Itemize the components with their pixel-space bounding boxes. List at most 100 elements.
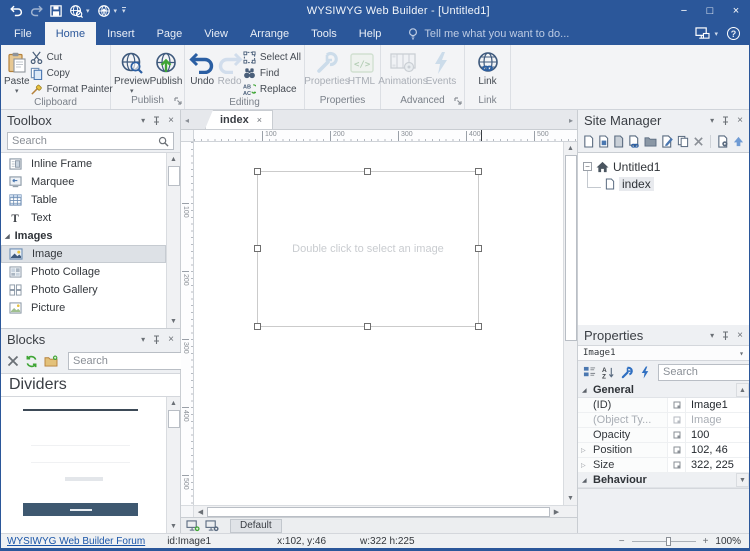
find-button[interactable]: Find (243, 66, 301, 81)
scroll-down-icon[interactable]: ▼ (167, 315, 180, 328)
display-mode-caret[interactable]: ▾ (714, 30, 718, 38)
selection-handle[interactable] (475, 323, 482, 330)
zoom-slider[interactable] (632, 537, 696, 546)
paste-dropdown-caret[interactable]: ▾ (15, 87, 19, 95)
property-row-object-type[interactable]: (Object Ty... Image (578, 413, 749, 428)
blocks-refresh-icon[interactable] (25, 355, 38, 368)
selection-handle[interactable] (254, 323, 261, 330)
properties-wrench-icon[interactable] (621, 366, 634, 379)
properties-close-icon[interactable]: × (737, 330, 743, 341)
redo-icon[interactable] (30, 5, 43, 17)
select-all-button[interactable]: Select All (243, 50, 301, 65)
properties-menu-caret-icon[interactable]: ▾ (710, 331, 714, 340)
blocks-category-heading[interactable]: Dividers (1, 373, 180, 397)
expand-icon[interactable]: ▷ (581, 462, 586, 469)
scroll-up-icon[interactable]: ▲ (564, 142, 577, 155)
tab-page[interactable]: Page (146, 22, 194, 45)
tab-home[interactable]: Home (45, 22, 96, 45)
site-tree-page-index[interactable]: index (583, 175, 744, 192)
document-tab-index[interactable]: index × (205, 110, 273, 129)
grid-scroll-down-icon[interactable]: ▼ (736, 473, 749, 487)
selection-handle[interactable] (254, 245, 261, 252)
html-button[interactable]: </> HTML (346, 48, 377, 87)
blocks-clear-icon[interactable] (7, 355, 19, 367)
folder-icon[interactable] (644, 136, 657, 147)
advanced-dialog-launcher-icon[interactable] (454, 97, 462, 105)
zoom-out-icon[interactable]: − (619, 536, 625, 547)
toolbox-section-images[interactable]: ◢ Images (1, 227, 166, 245)
property-row-position[interactable]: ▷ Position 102, 46 (578, 443, 749, 458)
tab-tools[interactable]: Tools (300, 22, 348, 45)
preview-dropdown-caret[interactable]: ▾ (86, 7, 90, 15)
blocks-import-icon[interactable] (44, 355, 58, 367)
categorized-view-icon[interactable] (583, 366, 596, 379)
page-template-icon[interactable] (613, 135, 624, 148)
grid-scroll-up-icon[interactable]: ▲ (736, 383, 749, 397)
redo-button[interactable]: Redo (216, 48, 243, 87)
divider-preview-text[interactable] (65, 477, 103, 481)
format-painter-button[interactable]: Format Painter (30, 82, 113, 97)
selection-handle[interactable] (364, 323, 371, 330)
publish-button[interactable]: Publish (150, 48, 183, 87)
scrollbar-thumb[interactable] (565, 155, 577, 341)
scrollbar-thumb[interactable] (168, 410, 180, 428)
page-properties-icon[interactable] (717, 135, 729, 148)
divider-preview-line[interactable] (23, 409, 138, 411)
property-row-size[interactable]: ▷ Size 322, 225 (578, 458, 749, 473)
combo-dropdown-caret-icon[interactable]: ▾ (739, 349, 744, 358)
publish-dialog-launcher-icon[interactable] (174, 97, 182, 105)
property-row-id[interactable]: (ID) Image1 (578, 398, 749, 413)
selection-handle[interactable] (475, 168, 482, 175)
category-general[interactable]: ◢ General ▲ (578, 383, 749, 398)
preview-button-caret[interactable]: ▾ (130, 87, 134, 95)
save-icon[interactable] (50, 5, 62, 17)
site-manager-close-icon[interactable]: × (737, 115, 743, 126)
toolbox-item-photo-gallery[interactable]: Photo Gallery (1, 281, 166, 299)
replace-button[interactable]: ABAC Replace (243, 82, 301, 97)
tell-me-box[interactable]: Tell me what you want to do... (408, 22, 569, 45)
scrollbar-thumb[interactable] (168, 166, 180, 186)
manage-breakpoints-icon[interactable] (205, 520, 219, 532)
blocks-pin-icon[interactable] (153, 335, 160, 344)
minimize-button[interactable]: − (671, 0, 697, 22)
new-page-icon[interactable] (583, 135, 594, 148)
toolbox-pin-icon[interactable] (153, 116, 160, 125)
scroll-up-icon[interactable]: ▲ (167, 397, 180, 410)
search-icon[interactable] (158, 136, 169, 147)
events-button[interactable]: Events (422, 48, 460, 87)
sort-az-icon[interactable]: AZ (602, 366, 615, 379)
publish-dropdown-caret[interactable]: ▾ (114, 7, 118, 15)
scroll-down-icon[interactable]: ▼ (167, 520, 180, 533)
expand-icon[interactable]: ▷ (581, 447, 586, 454)
display-mode-icon[interactable] (695, 27, 710, 40)
selection-handle[interactable] (364, 168, 371, 175)
events-lightning-icon[interactable] (640, 366, 650, 379)
forum-link[interactable]: WYSIWYG Web Builder Forum (7, 536, 145, 547)
site-manager-pin-icon[interactable] (722, 116, 729, 125)
maximize-button[interactable]: □ (697, 0, 723, 22)
category-behaviour[interactable]: ◢ Behaviour ▼ (578, 473, 749, 488)
add-breakpoint-icon[interactable] (186, 520, 200, 532)
edit-page-icon[interactable] (661, 135, 673, 148)
toolbox-item-text[interactable]: T Text (1, 209, 166, 227)
tab-help[interactable]: Help (348, 22, 393, 45)
blocks-close-icon[interactable]: × (168, 334, 174, 345)
undo-button[interactable]: Undo (188, 48, 216, 87)
cut-button[interactable]: Cut (30, 50, 113, 65)
toolbox-item-photo-collage[interactable]: Photo Collage (1, 263, 166, 281)
toolbox-close-icon[interactable]: × (168, 115, 174, 126)
scrollbar-thumb[interactable] (207, 507, 550, 517)
property-row-opacity[interactable]: Opacity 100 (578, 428, 749, 443)
toolbox-item-marquee[interactable]: Marquee (1, 173, 166, 191)
toolbox-search-input[interactable] (12, 135, 158, 147)
blocks-scrollbar[interactable]: ▲ ▼ (166, 397, 180, 533)
zoom-in-icon[interactable]: + (703, 536, 709, 547)
delete-page-icon[interactable] (693, 136, 704, 147)
properties-search-input[interactable] (663, 366, 750, 378)
close-button[interactable]: × (723, 0, 749, 22)
canvas-vertical-scrollbar[interactable]: ▲ ▼ (563, 142, 577, 505)
copy-page-icon[interactable] (677, 135, 689, 148)
toolbox-item-image[interactable]: Image (1, 245, 166, 263)
divider-preview-dark-bar[interactable] (23, 503, 138, 516)
object-selector-combo[interactable]: Image1 ▾ (578, 345, 749, 361)
